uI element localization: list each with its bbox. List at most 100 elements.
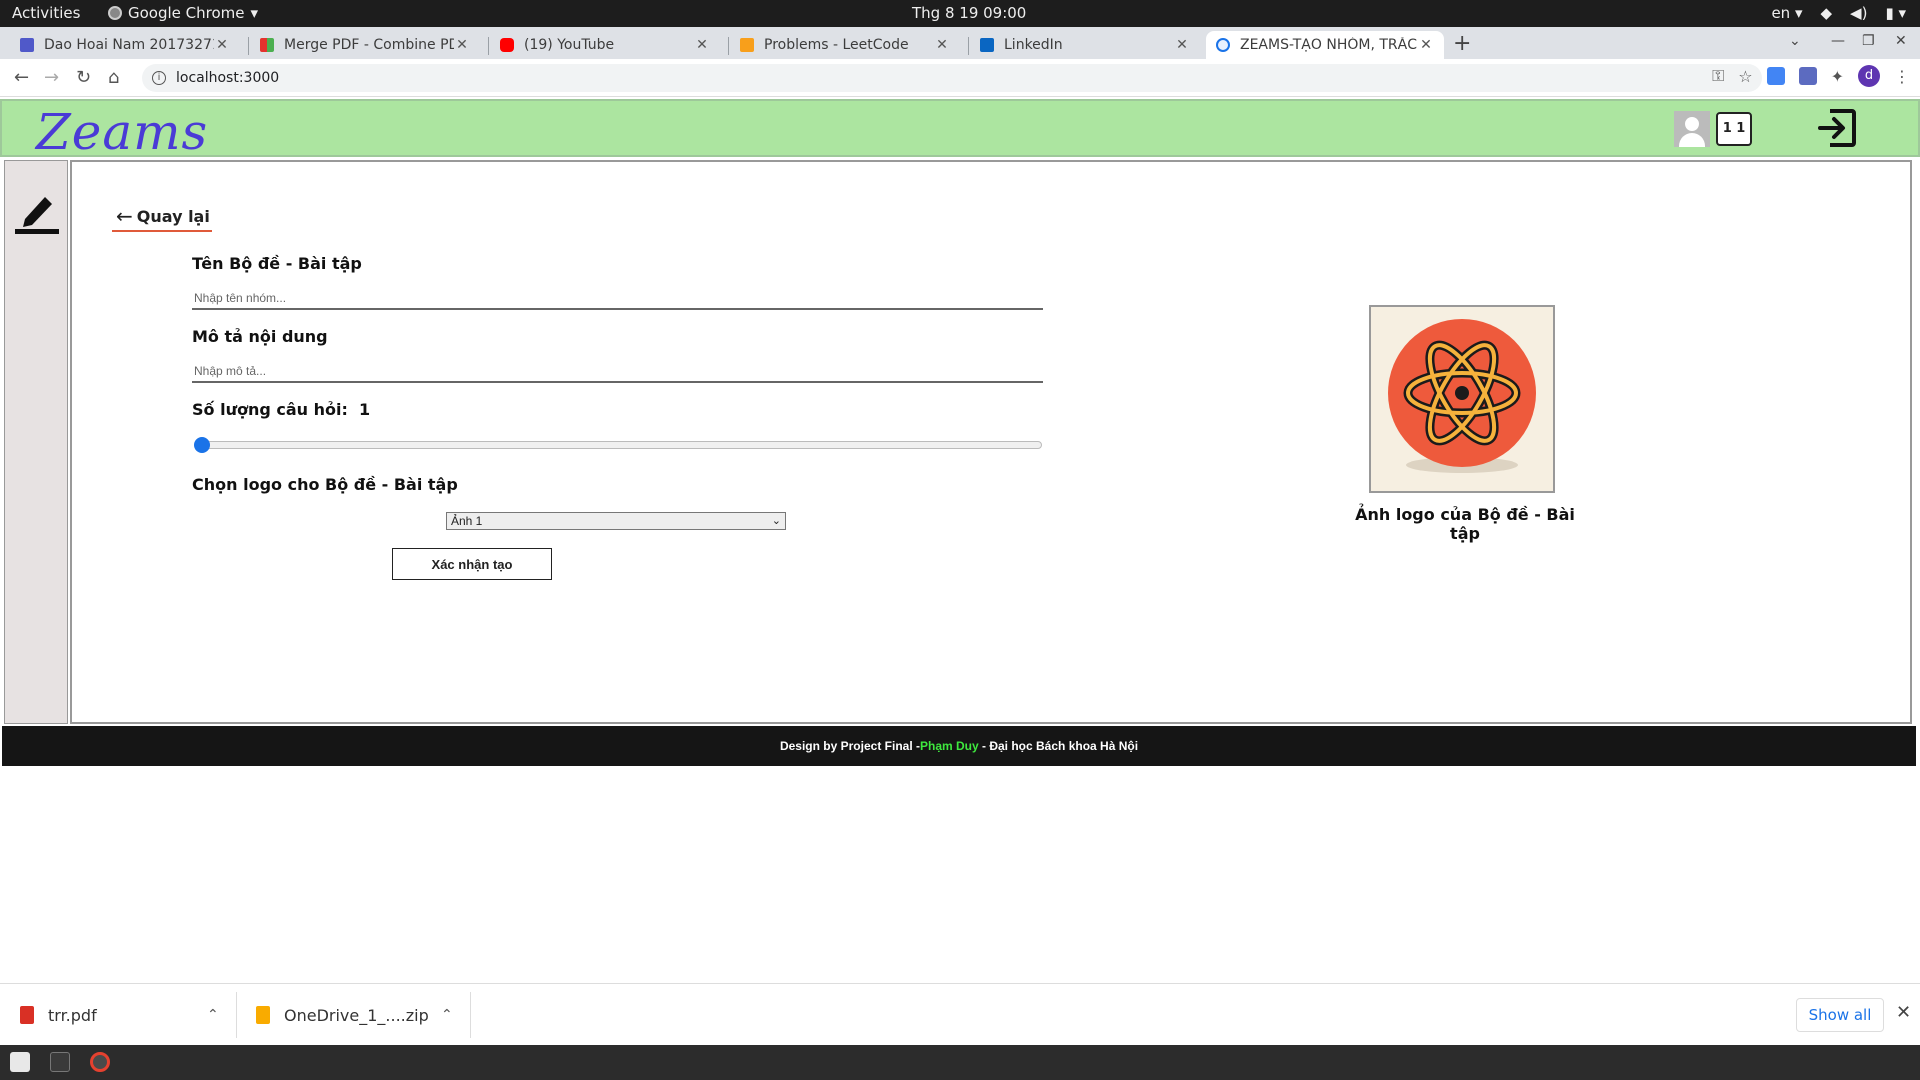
logo-preview-image [1369,305,1555,493]
chevron-up-icon[interactable]: ⌃ [207,1007,219,1023]
back-link[interactable]: ← Quay lại [112,202,212,232]
download-item[interactable]: trr.pdf ⌃ [0,984,235,1046]
tab-title: LinkedIn [1004,37,1063,53]
tab-title: (19) YouTube [524,37,615,53]
tab-title: Merge PDF - Combine PDF [284,37,454,53]
chrome-icon[interactable] [90,1052,110,1072]
question-count-label: Số lượng câu hỏi: 1 [192,400,371,419]
tab-leetcode[interactable]: Problems - LeetCode ✕ [730,31,960,59]
linkedin-icon [980,38,994,52]
reload-icon[interactable]: ↻ [76,67,91,88]
tab-title: Dao Hoai Nam 20173271 | [44,37,214,53]
tab-title: Problems - LeetCode [764,37,909,53]
description-input[interactable] [192,361,1043,383]
toolbar-actions: ⚿ ☆ ✦ d ⋮ [1712,65,1910,87]
downloads-bar: trr.pdf ⌃ OneDrive_1_....zip ⌃ Show all … [0,983,1920,1045]
question-count-value: 1 [359,400,371,419]
logo-select[interactable]: Ảnh 1 ⌄ [446,512,786,530]
browser-toolbar: ← → ↻ ⌂ i localhost:3000 ⚿ ☆ ✦ d ⋮ [0,59,1920,97]
close-icon[interactable]: ✕ [1418,37,1434,53]
user-badge[interactable]: 1 1 [1716,112,1752,146]
app-menu[interactable]: Google Chrome ▾ [108,4,258,22]
wifi-icon: ◆ [1820,4,1833,22]
ilovepdf-icon [260,38,274,52]
os-taskbar [0,1045,1920,1080]
logout-icon[interactable] [1816,107,1858,149]
site-info-icon[interactable]: i [152,71,166,85]
chevron-up-icon[interactable]: ⌃ [441,1007,453,1023]
teams-icon [20,38,34,52]
volume-icon: ◀) [1850,4,1868,22]
tab-strip: Dao Hoai Nam 20173271 | ✕ Merge PDF - Co… [0,27,1920,59]
minimize-icon[interactable]: — [1831,33,1845,49]
youtube-icon [500,38,514,52]
footer-author: Phạm Duy [919,739,979,753]
close-icon[interactable]: ✕ [214,37,230,53]
url-text: localhost:3000 [176,70,280,86]
extensions-puzzle-icon[interactable]: ✦ [1831,67,1844,86]
activities-button[interactable]: Activities [12,4,80,22]
address-bar[interactable]: i localhost:3000 [142,64,1762,92]
tab-zeams[interactable]: ZEAMS-TẠO NHÓM, TRẮC ✕ [1206,31,1444,59]
back-arrow-icon[interactable]: ← [14,67,29,88]
tab-title: ZEAMS-TẠO NHÓM, TRẮC [1240,37,1417,53]
terminal-icon[interactable] [50,1052,70,1072]
bookmark-star-icon[interactable]: ☆ [1738,67,1752,86]
translate-extension-icon[interactable] [1766,67,1785,85]
close-icon[interactable]: ✕ [1896,1002,1911,1023]
question-count-slider-thumb[interactable] [194,437,210,453]
name-label: Tên Bộ đề - Bài tập [192,254,362,273]
pdf-file-icon [20,1006,34,1024]
close-icon[interactable]: ✕ [694,37,710,53]
question-count-slider-track[interactable] [196,441,1042,449]
sidebar [4,160,68,724]
battery-icon: ▮ ▾ [1885,4,1906,22]
download-filename: OneDrive_1_....zip [284,1005,429,1025]
logo-select-label: Chọn logo cho Bộ đề - Bài tập [192,475,458,494]
chrome-icon [108,6,122,20]
k-extension-icon[interactable] [1798,67,1817,85]
close-icon[interactable]: ✕ [454,37,470,53]
back-label: Quay lại [136,206,210,226]
app-header: Zeams 1 1 [0,99,1920,161]
chevron-down-icon: ⌄ [771,515,781,527]
close-icon[interactable]: ✕ [1174,37,1190,53]
confirm-create-button[interactable]: Xác nhận tạo [392,548,552,580]
tab-teams[interactable]: Dao Hoai Nam 20173271 | ✕ [10,31,240,59]
download-filename: trr.pdf [48,1005,97,1025]
window-close-icon[interactable]: ✕ [1895,33,1907,49]
system-top-bar: Activities Google Chrome ▾ Thg 8 19 09:0… [0,0,1920,27]
tab-merge-pdf[interactable]: Merge PDF - Combine PDF ✕ [250,31,480,59]
page-footer: Design by Project Final -Phạm Duy - Đại … [2,726,1916,766]
name-input[interactable] [192,288,1043,310]
system-tray[interactable]: en ▾ ◆ ◀) ▮ ▾ [1771,4,1906,22]
restore-icon[interactable]: ❐ [1862,33,1875,49]
tab-linkedin[interactable]: LinkedIn ✕ [970,31,1200,59]
files-icon[interactable] [10,1052,30,1072]
home-icon[interactable]: ⌂ [108,67,119,88]
clock[interactable]: Thg 8 19 09:00 [912,4,1026,22]
arrow-left-icon: ← [116,204,133,228]
new-tab-icon[interactable]: + [1453,31,1471,56]
tab-youtube[interactable]: (19) YouTube ✕ [490,31,720,59]
logo-select-value: Ảnh 1 [451,514,483,528]
password-key-icon[interactable]: ⚿ [1712,66,1724,86]
app-menu-label: Google Chrome [128,4,245,22]
language-indicator[interactable]: en ▾ [1771,4,1802,22]
react-icon [1216,38,1230,52]
tab-search-icon[interactable]: ⌄ [1789,33,1801,49]
show-all-downloads-button[interactable]: Show all [1796,998,1884,1032]
caret-down-icon: ▾ [250,4,259,22]
user-avatar[interactable] [1674,111,1710,147]
zip-file-icon [256,1006,270,1024]
close-icon[interactable]: ✕ [934,37,950,53]
browser-menu-icon[interactable]: ⋮ [1894,67,1910,86]
atom-icon [1388,319,1536,473]
pencil-edit-icon[interactable] [13,189,61,235]
profile-avatar[interactable]: d [1858,65,1880,87]
forward-arrow-icon[interactable]: → [44,67,59,88]
description-label: Mô tả nội dung [192,327,328,346]
logo-preview-caption: Ảnh logo của Bộ đề - Bài tập [1355,505,1575,543]
download-item[interactable]: OneDrive_1_....zip ⌃ [236,984,470,1046]
app-logo[interactable]: Zeams [36,103,208,161]
